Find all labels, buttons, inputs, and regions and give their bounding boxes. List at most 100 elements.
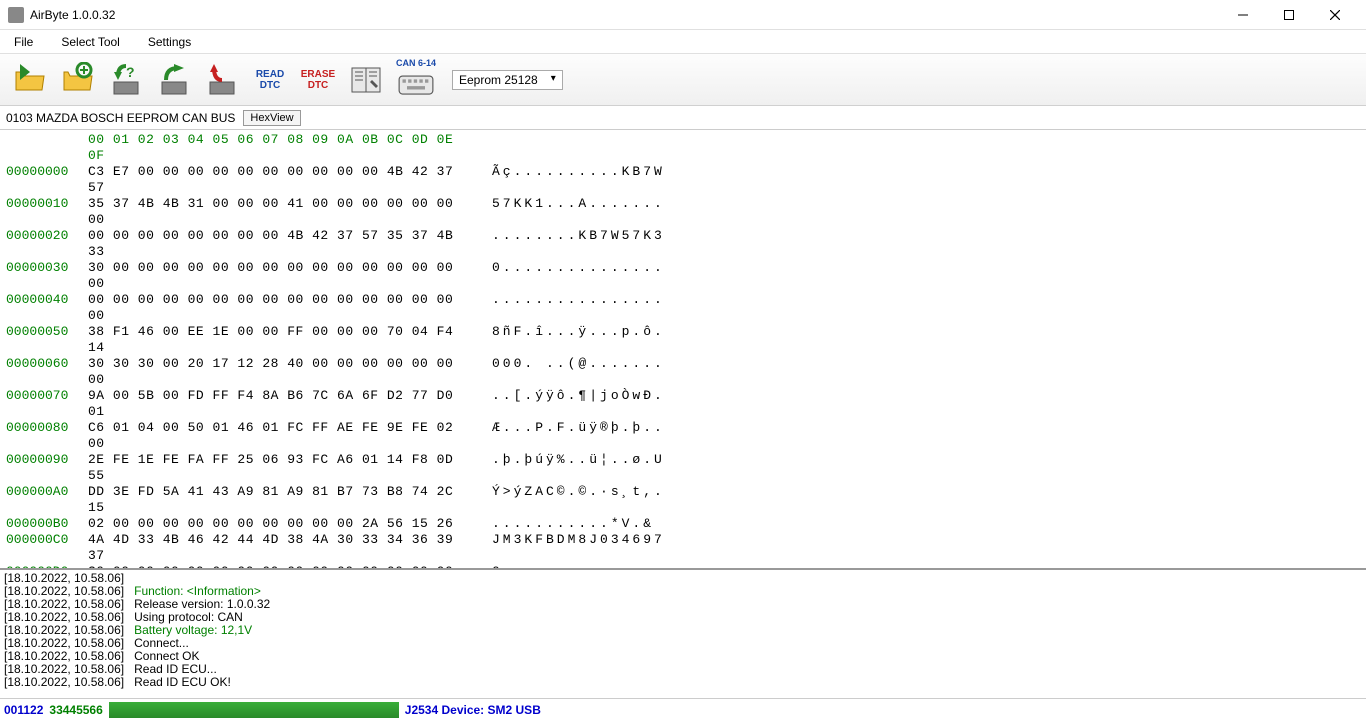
open-file-button[interactable] <box>8 58 52 102</box>
svg-text:?: ? <box>126 64 135 80</box>
hex-header-bytes: 00 01 02 03 04 05 06 07 08 09 0A 0B 0C 0… <box>88 132 468 164</box>
hex-ascii[interactable]: ..[.ýÿô.¶|joÒwÐ. <box>492 388 665 420</box>
hex-bytes[interactable]: DD 3E FD 5A 41 43 A9 81 A9 81 B7 73 B8 7… <box>88 484 468 516</box>
read-dtc-button[interactable]: READ DTC <box>248 58 292 102</box>
hex-bytes[interactable]: C3 E7 00 00 00 00 00 00 00 00 00 00 4B 4… <box>88 164 468 196</box>
erase-dtc-label-1: ERASE <box>301 69 335 80</box>
hex-row[interactable]: 000000709A 00 5B 00 FD FF F4 8A B6 7C 6A… <box>6 388 1360 420</box>
statusbar: 001122 33445566 J2534 Device: SM2 USB <box>0 698 1366 720</box>
hex-row[interactable]: 00000000C3 E7 00 00 00 00 00 00 00 00 00… <box>6 164 1360 196</box>
hex-addr: 00000050 <box>6 324 88 356</box>
hex-row[interactable]: 0000006030 30 30 00 20 17 12 28 40 00 00… <box>6 356 1360 388</box>
hex-row[interactable]: 000000D030 00 00 00 00 00 00 00 00 00 00… <box>6 564 1360 568</box>
hex-bytes[interactable]: 30 00 00 00 00 00 00 00 00 00 00 00 00 0… <box>88 260 468 292</box>
hex-header: 00000000 00 01 02 03 04 05 06 07 08 09 0… <box>6 132 1360 164</box>
can-button[interactable]: CAN 6-14 <box>392 58 440 102</box>
close-button[interactable] <box>1312 0 1358 30</box>
hex-bytes[interactable]: 02 00 00 00 00 00 00 00 00 00 00 2A 56 1… <box>88 516 468 532</box>
hex-addr: 00000040 <box>6 292 88 324</box>
hex-row[interactable]: 0000003030 00 00 00 00 00 00 00 00 00 00… <box>6 260 1360 292</box>
manual-button[interactable] <box>344 58 388 102</box>
log-panel[interactable]: [18.10.2022, 10.58.06][18.10.2022, 10.58… <box>0 568 1366 698</box>
hex-ascii[interactable]: 0............... <box>492 260 665 292</box>
menu-file[interactable]: File <box>8 33 39 51</box>
hex-ascii[interactable]: ........KB7W57K3 <box>492 228 665 260</box>
window-title: AirByte 1.0.0.32 <box>30 8 1220 22</box>
log-row: [18.10.2022, 10.58.06]Connect... <box>4 637 1362 650</box>
hex-bytes[interactable]: C6 01 04 00 50 01 46 01 FC FF AE FE 9E F… <box>88 420 468 452</box>
hex-row[interactable]: 000000A0DD 3E FD 5A 41 43 A9 81 A9 81 B7… <box>6 484 1360 516</box>
can-label: CAN 6-14 <box>396 58 436 68</box>
hex-row[interactable]: 0000005038 F1 46 00 EE 1E 00 00 FF 00 00… <box>6 324 1360 356</box>
hex-addr: 000000B0 <box>6 516 88 532</box>
hex-ascii[interactable]: ................ <box>492 292 665 324</box>
hex-row[interactable]: 000000C04A 4D 33 4B 46 42 44 4D 38 4A 30… <box>6 532 1360 564</box>
status-pin2: 33445566 <box>49 703 102 717</box>
hex-row[interactable]: 00000080C6 01 04 00 50 01 46 01 FC FF AE… <box>6 420 1360 452</box>
hex-bytes[interactable]: 00 00 00 00 00 00 00 00 4B 42 37 57 35 3… <box>88 228 468 260</box>
hex-addr: 00000060 <box>6 356 88 388</box>
maximize-button[interactable] <box>1266 0 1312 30</box>
eeprom-dropdown[interactable]: Eeprom 25128 <box>452 70 563 90</box>
titlebar: AirByte 1.0.0.32 <box>0 0 1366 30</box>
hex-ascii[interactable]: .þ.þúÿ%..ü¦..ø.U <box>492 452 665 484</box>
hex-ascii[interactable]: ...........*V.& <box>492 516 654 532</box>
hex-ascii[interactable]: JM3KFBDM8J034697 <box>492 532 665 564</box>
menu-select-tool[interactable]: Select Tool <box>55 33 125 51</box>
read-dtc-label-2: DTC <box>260 80 281 91</box>
hex-row[interactable]: 0000002000 00 00 00 00 00 00 00 4B 42 37… <box>6 228 1360 260</box>
hex-ascii[interactable]: Ãç..........KB7W <box>492 164 665 196</box>
log-timestamp: [18.10.2022, 10.58.06] <box>4 676 124 689</box>
hex-addr: 00000000 <box>6 164 88 196</box>
hex-bytes[interactable]: 30 30 30 00 20 17 12 28 40 00 00 00 00 0… <box>88 356 468 388</box>
hex-addr: 000000A0 <box>6 484 88 516</box>
log-message: Read ID ECU OK! <box>134 676 231 689</box>
menubar: File Select Tool Settings <box>0 30 1366 54</box>
hex-row[interactable]: 000000902E FE 1E FE FA FF 25 06 93 FC A6… <box>6 452 1360 484</box>
log-row: [18.10.2022, 10.58.06] Read ID ECU OK! <box>4 676 1362 689</box>
hexview-button[interactable]: HexView <box>243 110 300 126</box>
hex-bytes[interactable]: 38 F1 46 00 EE 1E 00 00 FF 00 00 00 70 0… <box>88 324 468 356</box>
hex-addr: 00000090 <box>6 452 88 484</box>
hex-bytes[interactable]: 2E FE 1E FE FA FF 25 06 93 FC A6 01 14 F… <box>88 452 468 484</box>
eeprom-dropdown-value: Eeprom 25128 <box>459 73 538 87</box>
hex-ascii[interactable]: 57KK1...A....... <box>492 196 665 228</box>
hex-addr: 000000C0 <box>6 532 88 564</box>
hex-addr: 00000030 <box>6 260 88 292</box>
status-device: J2534 Device: SM2 USB <box>405 703 541 717</box>
erase-dtc-label-2: DTC <box>308 80 329 91</box>
read-chip-button[interactable]: ? <box>104 58 148 102</box>
save-file-button[interactable] <box>56 58 100 102</box>
hex-row[interactable]: 0000001035 37 4B 4B 31 00 00 00 41 00 00… <box>6 196 1360 228</box>
hex-bytes[interactable]: 35 37 4B 4B 31 00 00 00 41 00 00 00 00 0… <box>88 196 468 228</box>
hex-addr: 00000080 <box>6 420 88 452</box>
read-dtc-label-1: READ <box>256 69 284 80</box>
hex-ascii[interactable]: Ý>ýZAC©.©.·s¸t,. <box>492 484 665 516</box>
hex-bytes[interactable]: 4A 4D 33 4B 46 42 44 4D 38 4A 30 33 34 3… <box>88 532 468 564</box>
status-pin1: 001122 <box>4 703 43 717</box>
hex-ascii[interactable]: 0............... <box>492 564 665 568</box>
toolbar: ? READ DTC ERASE DTC CAN 6-14 Eeprom 251… <box>0 54 1366 106</box>
menu-settings[interactable]: Settings <box>142 33 197 51</box>
erase-dtc-button[interactable]: ERASE DTC <box>296 58 340 102</box>
hex-addr: 00000010 <box>6 196 88 228</box>
minimize-button[interactable] <box>1220 0 1266 30</box>
subheader: 0103 MAZDA BOSCH EEPROM CAN BUS HexView <box>0 106 1366 130</box>
hex-bytes[interactable]: 00 00 00 00 00 00 00 00 00 00 00 00 00 0… <box>88 292 468 324</box>
log-row: [18.10.2022, 10.58.06]Battery voltage: 1… <box>4 624 1362 637</box>
hex-ascii[interactable]: 000. ..(@....... <box>492 356 665 388</box>
device-label: 0103 MAZDA BOSCH EEPROM CAN BUS <box>6 111 235 125</box>
status-progress <box>109 702 399 718</box>
hex-bytes[interactable]: 9A 00 5B 00 FD FF F4 8A B6 7C 6A 6F D2 7… <box>88 388 468 420</box>
hex-addr: 000000D0 <box>6 564 88 568</box>
hex-viewer[interactable]: 00000000 00 01 02 03 04 05 06 07 08 09 0… <box>0 130 1366 568</box>
app-icon <box>8 7 24 23</box>
hex-row[interactable]: 000000B002 00 00 00 00 00 00 00 00 00 00… <box>6 516 1360 532</box>
write-chip-button[interactable] <box>152 58 196 102</box>
erase-chip-button[interactable] <box>200 58 244 102</box>
hex-bytes[interactable]: 30 00 00 00 00 00 00 00 00 00 00 00 00 0… <box>88 564 468 568</box>
hex-row[interactable]: 0000004000 00 00 00 00 00 00 00 00 00 00… <box>6 292 1360 324</box>
hex-addr: 00000070 <box>6 388 88 420</box>
hex-ascii[interactable]: 8ñF.î...ÿ...p.ô. <box>492 324 665 356</box>
hex-ascii[interactable]: Æ...P.F.üÿ®þ.þ.. <box>492 420 665 452</box>
